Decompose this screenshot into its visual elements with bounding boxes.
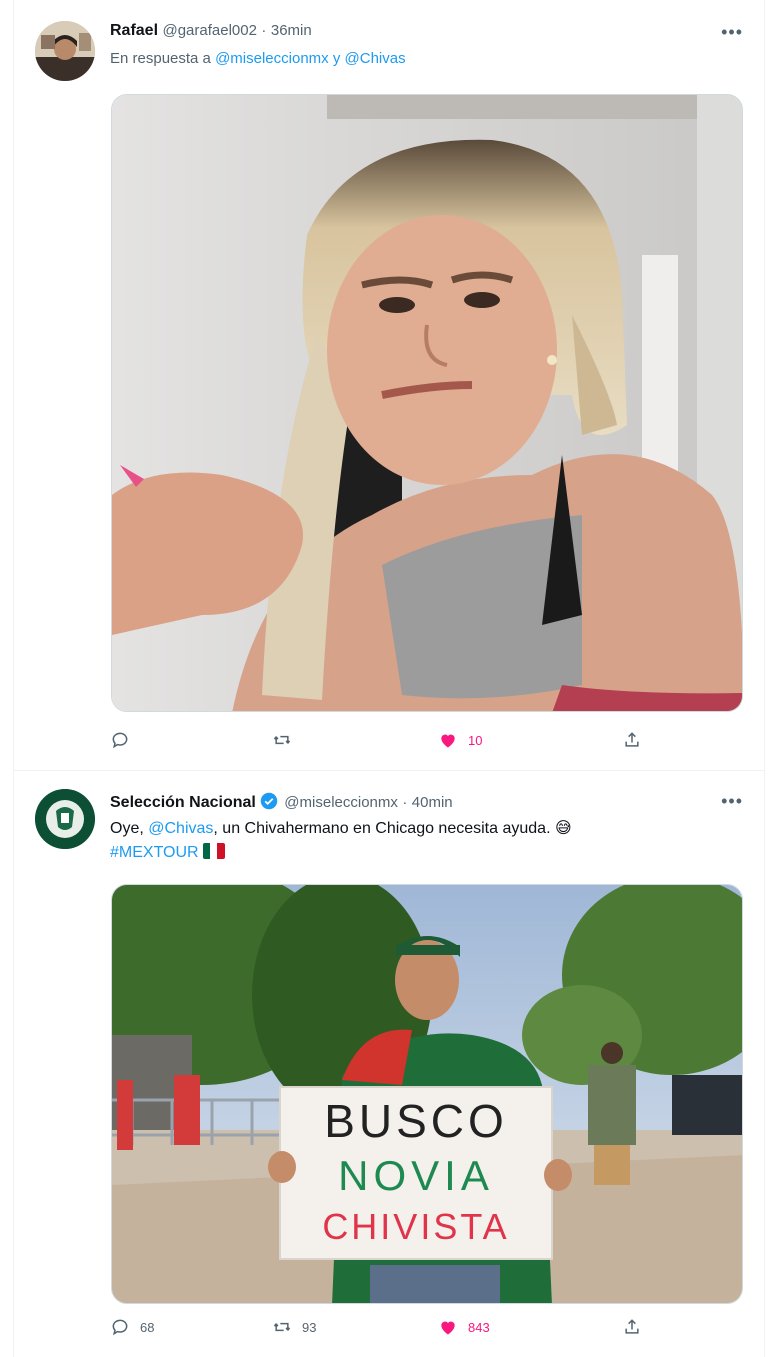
timestamp[interactable]: 40min (412, 794, 453, 811)
reply-icon (112, 1319, 128, 1336)
like-icon (441, 734, 455, 748)
separator: · (402, 794, 408, 811)
author-name[interactable]: Selección Nacional (110, 794, 256, 811)
tweet-header: Rafael @garafael002 · 36min (110, 22, 312, 40)
reply-context: En respuesta a @miseleccionmx y @Chivas (110, 50, 406, 67)
share-button[interactable] (622, 730, 642, 750)
tweet-text-part: Oye, (110, 820, 144, 837)
retweet-button[interactable] (272, 730, 302, 750)
hashtag-link[interactable]: #MEXTOUR (110, 844, 199, 861)
tweet-text-part: , un Chivahermano en Chicago necesita ay… (213, 820, 551, 837)
mention-link[interactable]: @miseleccionmx (215, 50, 329, 67)
author-handle[interactable]: @miseleccionmx (284, 794, 398, 811)
share-icon (625, 1319, 639, 1334)
sweat-smile-emoji: 😅 (554, 820, 572, 837)
like-button[interactable]: 10 (438, 730, 482, 750)
tweet-image[interactable] (111, 94, 743, 712)
tweet-actions: 68 93 843 (110, 1317, 650, 1341)
share-button[interactable] (622, 1317, 642, 1337)
reply-icon (112, 732, 128, 749)
more-icon[interactable]: ••• (721, 22, 743, 43)
tweet-text: Oye, @Chivas, un Chivahermano en Chicago… (110, 817, 750, 865)
author-name[interactable]: Rafael (110, 22, 158, 39)
sign-line-3: CHIVISTA (322, 1206, 509, 1247)
retweet-icon (273, 1322, 291, 1332)
author-handle[interactable]: @garafael002 (162, 22, 256, 39)
verified-icon (260, 792, 278, 810)
avatar[interactable] (35, 789, 95, 849)
retweet-icon (273, 735, 291, 745)
like-icon (441, 1321, 455, 1335)
mexico-flag-icon (202, 843, 225, 859)
reply-prefix: En respuesta a (110, 50, 211, 67)
mention-link[interactable]: @Chivas (148, 820, 213, 837)
like-count: 10 (468, 732, 483, 748)
retweet-count: 93 (302, 1319, 317, 1335)
avatar[interactable] (35, 21, 95, 81)
reply-count: 68 (140, 1319, 155, 1335)
tweet-image[interactable]: BUSCO NOVIA CHIVISTA (111, 884, 743, 1304)
like-button[interactable]: 843 (438, 1317, 490, 1337)
tweet[interactable]: Selección Nacional @miseleccionmx · 40mi… (13, 771, 765, 1357)
reply-join: y (332, 50, 341, 67)
reply-button[interactable] (110, 730, 140, 750)
tweet-actions: 10 (110, 730, 650, 754)
sign-line-2: NOVIA (338, 1152, 494, 1199)
share-icon (625, 732, 639, 747)
sign-line-1: BUSCO (324, 1095, 508, 1147)
tweet[interactable]: Rafael @garafael002 · 36min ••• En respu… (13, 0, 765, 771)
mention-link[interactable]: @Chivas (345, 50, 406, 67)
like-count: 843 (468, 1319, 490, 1335)
tweet-header: Selección Nacional @miseleccionmx · 40mi… (110, 792, 453, 812)
separator: · (261, 22, 267, 39)
reply-button[interactable]: 68 (110, 1317, 154, 1337)
timestamp[interactable]: 36min (271, 22, 312, 39)
retweet-button[interactable]: 93 (272, 1317, 316, 1337)
more-icon[interactable]: ••• (721, 791, 743, 812)
